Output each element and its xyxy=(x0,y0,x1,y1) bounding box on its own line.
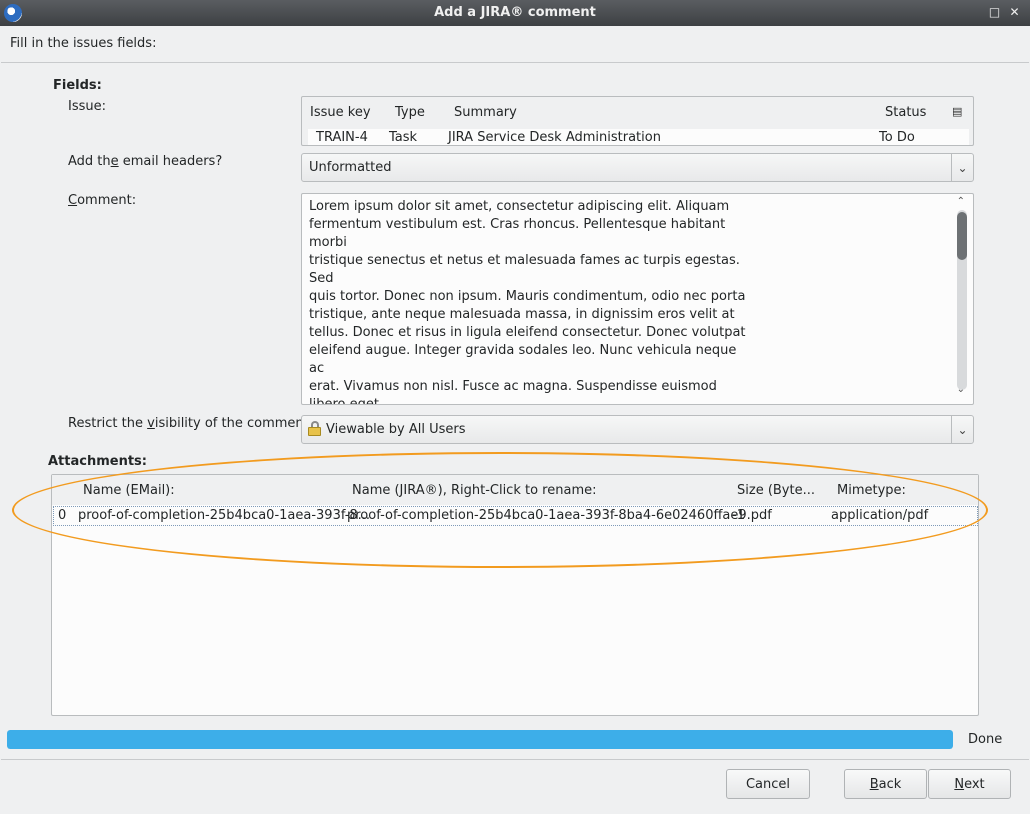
next-label: ext xyxy=(964,776,985,792)
attach-index-cell: 0 xyxy=(58,508,67,523)
table-row[interactable]: TRAIN-4 Task JIRA Service Desk Administr… xyxy=(308,129,969,145)
next-mnemonic: N xyxy=(954,776,965,792)
attach-jira-name-cell[interactable]: proof-of-completion-25b4bca0-1aea-393f-8… xyxy=(347,508,772,523)
visibility-mnemonic: v xyxy=(147,416,155,431)
cancel-button[interactable]: Cancel xyxy=(726,769,810,799)
window-title: Add a JIRA® comment xyxy=(434,5,596,20)
lock-icon xyxy=(308,421,321,436)
attach-col-jira-name[interactable]: Name (JIRA®), Right-Click to rename: xyxy=(352,483,596,498)
issue-col-type[interactable]: Type xyxy=(395,105,425,120)
footer-separator xyxy=(1,759,1029,760)
email-headers-label-pre: Add th xyxy=(68,154,111,169)
comment-mnemonic: C xyxy=(68,193,78,208)
issue-col-summary[interactable]: Summary xyxy=(454,105,517,120)
issue-col-status[interactable]: Status xyxy=(885,105,926,120)
comment-textarea[interactable]: Lorem ipsum dolor sit amet, consectetur … xyxy=(301,193,974,405)
attachments-header: Name (EMail): Name (JIRA®), Right-Click … xyxy=(52,475,978,505)
comment-text[interactable]: Lorem ipsum dolor sit amet, consectetur … xyxy=(309,198,749,404)
issue-col-key[interactable]: Issue key xyxy=(310,105,371,120)
chevron-down-icon[interactable]: ⌄ xyxy=(951,154,973,181)
chevron-down-icon[interactable]: ⌄ xyxy=(951,416,973,443)
progress-status: Done xyxy=(968,732,1003,747)
issue-key-cell: TRAIN-4 xyxy=(316,130,368,145)
scroll-up-icon[interactable]: ⌃ xyxy=(957,196,965,207)
attach-col-email-name[interactable]: Name (EMail): xyxy=(83,483,175,498)
close-icon[interactable]: ✕ xyxy=(1008,6,1021,19)
email-headers-label-post: email headers? xyxy=(118,154,223,169)
email-headers-select[interactable]: Unformatted ⌄ xyxy=(301,153,974,182)
comment-label-post: omment: xyxy=(77,193,137,208)
table-row[interactable]: 0 proof-of-completion-25b4bca0-1aea-393f… xyxy=(53,506,978,526)
back-mnemonic: B xyxy=(869,776,879,792)
fields-section-label: Fields: xyxy=(53,78,102,93)
comment-label: Comment: xyxy=(68,193,136,208)
visibility-value: Viewable by All Users xyxy=(326,422,466,437)
back-label: ack xyxy=(878,776,902,792)
email-headers-value: Unformatted xyxy=(309,160,392,175)
header-separator xyxy=(1,62,1029,63)
email-headers-mnemonic: e xyxy=(110,154,119,169)
attach-mimetype-cell: application/pdf xyxy=(831,508,929,523)
issue-table[interactable]: Issue key Type Summary Status ▤ TRAIN-4 … xyxy=(301,96,974,146)
issue-label: Issue: xyxy=(68,99,106,114)
attach-email-name-cell: proof-of-completion-25b4bca0-1aea-393f-8… xyxy=(78,508,371,523)
column-picker-icon[interactable]: ▤ xyxy=(952,105,962,118)
attach-size-cell: -1 xyxy=(732,508,745,523)
visibility-label-post: isibility of the comment? xyxy=(154,416,316,431)
issue-status-cell: To Do xyxy=(879,130,915,145)
wizard-header-text: Fill in the issues fields: xyxy=(10,36,157,51)
maximize-icon[interactable]: □ xyxy=(988,6,1001,19)
attachments-table[interactable]: Name (EMail): Name (JIRA®), Right-Click … xyxy=(51,474,979,716)
window-titlebar[interactable]: Add a JIRA® comment xyxy=(0,0,1030,26)
progress-fill xyxy=(7,730,953,749)
progress-bar xyxy=(7,730,953,749)
attachments-section-label: Attachments: xyxy=(48,454,147,469)
next-button[interactable]: Next xyxy=(928,769,1011,799)
thunderbird-icon xyxy=(4,4,22,22)
visibility-select[interactable]: Viewable by All Users ⌄ xyxy=(301,415,974,444)
visibility-label: Restrict the visibility of the comment? xyxy=(68,416,316,431)
comment-scrollbar-thumb[interactable] xyxy=(957,212,967,260)
email-headers-label: Add the email headers? xyxy=(68,154,222,169)
issue-summary-cell: JIRA Service Desk Administration xyxy=(448,130,661,145)
scroll-down-icon[interactable]: ⌄ xyxy=(957,384,965,395)
visibility-label-pre: Restrict the xyxy=(68,416,148,431)
attach-col-size[interactable]: Size (Byte... xyxy=(737,483,815,498)
issue-type-cell: Task xyxy=(389,130,418,145)
back-button[interactable]: Back xyxy=(844,769,927,799)
attach-col-mimetype[interactable]: Mimetype: xyxy=(837,483,906,498)
